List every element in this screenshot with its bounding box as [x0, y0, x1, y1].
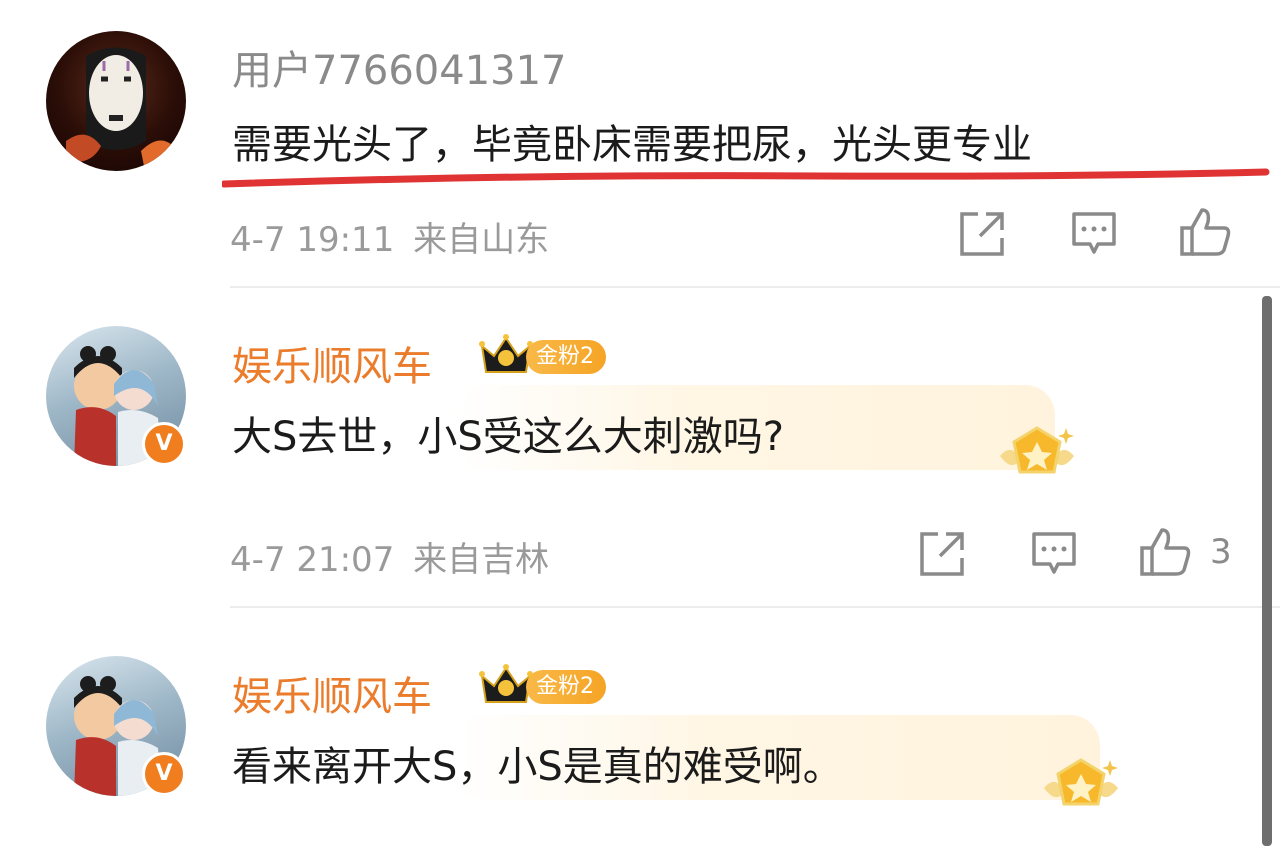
comment-time: 4-7 21:07 — [230, 540, 395, 580]
comment-username[interactable]: 娱乐顺风车 — [232, 664, 432, 722]
comment-divider — [230, 286, 1280, 288]
share-icon[interactable] — [918, 530, 966, 578]
like-count: 3 — [1210, 532, 1232, 572]
comment-time: 4-7 19:11 — [230, 220, 395, 260]
comment-icon[interactable] — [1030, 530, 1078, 578]
comment-username[interactable]: 用户7766041317 — [232, 38, 567, 96]
comment-location: 来自吉林 — [413, 540, 550, 580]
comment-username[interactable]: 娱乐顺风车 — [232, 334, 432, 392]
gold-medal-icon — [1044, 758, 1118, 806]
share-icon[interactable] — [958, 210, 1006, 258]
comment-location: 来自山东 — [413, 220, 550, 260]
no-face-mask-icon — [66, 47, 176, 167]
gold-medal-icon — [1000, 426, 1074, 474]
comment-divider — [230, 606, 1280, 608]
thumbs-up-icon[interactable] — [1138, 526, 1192, 578]
comment-text: 需要光头了，毕竟卧床需要把尿，光头更专业 — [232, 122, 1032, 168]
scrollbar[interactable] — [1262, 296, 1272, 846]
comment-text: 看来离开大S，小S是真的难受啊。 — [232, 744, 843, 790]
verified-v-icon: V — [142, 752, 186, 796]
comment-meta: 4-7 21:07 来自吉林 — [230, 532, 549, 581]
user-avatar[interactable] — [46, 31, 186, 171]
comment-meta: 4-7 19:11 来自山东 — [230, 212, 549, 261]
thumbs-up-icon[interactable] — [1178, 206, 1232, 258]
red-underline-annotation — [222, 168, 1270, 188]
fan-badge-label: 金粉2 — [526, 670, 606, 704]
verified-v-icon: V — [142, 422, 186, 466]
comment-text: 大S去世，小S受这么大刺激吗? — [232, 414, 785, 460]
fan-badge-label: 金粉2 — [526, 340, 606, 374]
comment-icon[interactable] — [1070, 210, 1118, 258]
